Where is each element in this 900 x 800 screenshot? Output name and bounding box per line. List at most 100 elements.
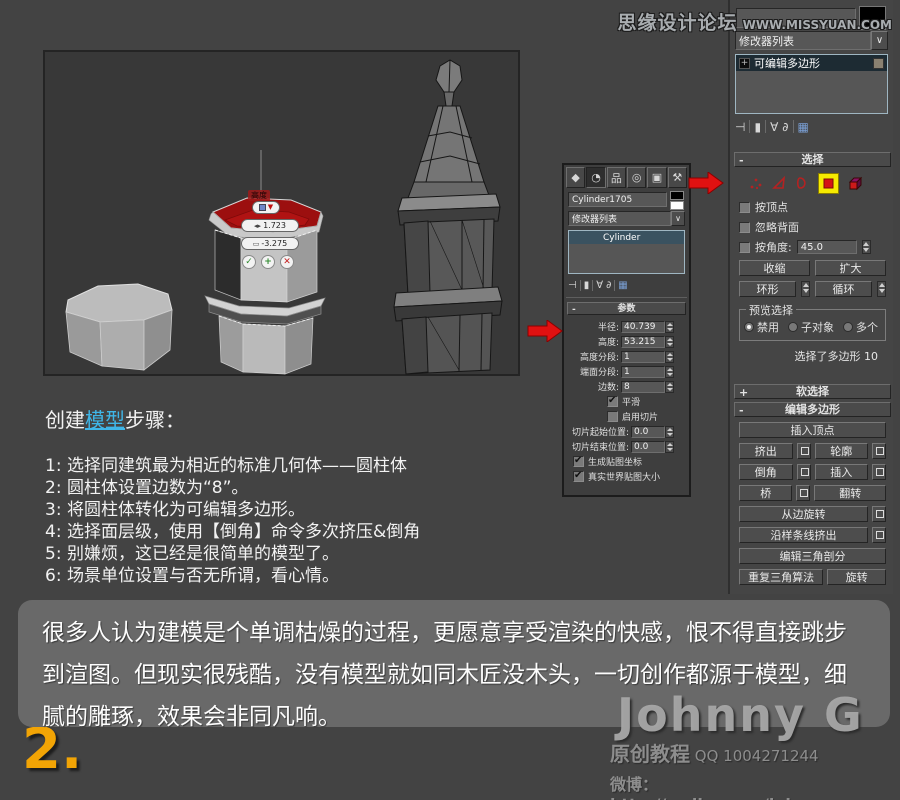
make-unique-icon-right[interactable]: ∀ bbox=[770, 120, 778, 134]
real-world-checkbox[interactable] bbox=[573, 471, 584, 482]
bridge-button[interactable]: 桥 bbox=[739, 485, 792, 501]
make-unique-icon[interactable]: ∀ bbox=[596, 280, 603, 291]
sides-spinner[interactable] bbox=[665, 381, 674, 393]
remove-modifier-icon-right[interactable]: ∂ bbox=[782, 120, 788, 134]
command-panel-tabs: ◆ ◔ 品 ◎ ▣ ⚒ bbox=[566, 167, 687, 188]
stack-onoff-icon[interactable] bbox=[873, 58, 884, 69]
cap-segs-spinner[interactable] bbox=[665, 366, 674, 378]
preview-subobject-radio[interactable] bbox=[788, 322, 798, 332]
polygon-icon-active[interactable] bbox=[818, 173, 839, 194]
caddy-buttons: ✓ + ✕ bbox=[242, 255, 302, 269]
edit-poly-rollout-header[interactable]: - 编辑多边形 bbox=[734, 402, 891, 417]
configure-modifier-sets-icon[interactable]: ▦ bbox=[618, 280, 627, 291]
height-segs-field[interactable]: 1 bbox=[621, 351, 665, 363]
preview-subobject-option[interactable]: 子对象 bbox=[788, 319, 834, 335]
extrude-along-spline-button[interactable]: 沿样条线挤出 bbox=[739, 527, 868, 543]
caddy-cancel-button[interactable]: ✕ bbox=[280, 255, 294, 269]
utilities-tab-icon[interactable]: ⚒ bbox=[668, 167, 687, 188]
extrude-button[interactable]: 挤出 bbox=[739, 443, 793, 459]
element-icon[interactable] bbox=[848, 176, 864, 191]
inset-settings-button[interactable] bbox=[872, 464, 886, 480]
angle-field[interactable]: 45.0 bbox=[797, 240, 857, 254]
hierarchy-tab-icon[interactable]: 品 bbox=[607, 167, 626, 188]
radius-spinner[interactable] bbox=[665, 321, 674, 333]
spline-extrude-settings-button[interactable] bbox=[872, 527, 886, 543]
height-spinner[interactable] bbox=[665, 336, 674, 348]
modify-tab-icon[interactable]: ◔ bbox=[586, 167, 605, 188]
pin-stack-icon-right[interactable]: ⊣ bbox=[735, 120, 745, 134]
grow-button[interactable]: 扩大 bbox=[815, 260, 886, 276]
caddy-apply-button[interactable]: ✓ bbox=[242, 255, 256, 269]
show-end-result-icon[interactable]: ▮ bbox=[584, 280, 590, 291]
object-color-swatch-white[interactable] bbox=[670, 201, 684, 210]
extrude-settings-button[interactable] bbox=[797, 443, 811, 459]
enable-slice-checkbox[interactable] bbox=[607, 411, 618, 422]
height-segs-spinner[interactable] bbox=[665, 351, 674, 363]
edge-icon[interactable] bbox=[772, 176, 786, 190]
create-tab-icon[interactable]: ◆ bbox=[566, 167, 585, 188]
ring-spinner[interactable] bbox=[801, 281, 810, 297]
expand-stack-icon[interactable]: + bbox=[739, 58, 750, 69]
parameters-rollout-header[interactable]: - 参数 bbox=[567, 302, 686, 315]
edit-triangulation-button[interactable]: 编辑三角剖分 bbox=[739, 548, 886, 564]
modifier-list-dropdown[interactable]: 修改器列表 ∨ bbox=[568, 211, 685, 226]
retriangulate-button[interactable]: 重复三角算法 bbox=[739, 569, 823, 585]
remove-modifier-icon[interactable]: ∂ bbox=[606, 280, 611, 291]
3d-viewport[interactable]: 高度 ▼ ◂▸ 1.723 ▭ -3.275 ✓ + ✕ bbox=[43, 50, 520, 376]
soft-selection-rollout-header[interactable]: + 软选择 bbox=[734, 384, 891, 399]
preview-multi-option[interactable]: 多个 bbox=[843, 319, 878, 335]
show-end-result-icon-right[interactable]: ▮ bbox=[754, 120, 761, 134]
configure-modifier-sets-icon-right[interactable]: ▦ bbox=[798, 120, 809, 134]
slice-to-spinner[interactable] bbox=[665, 441, 674, 453]
bevel-button[interactable]: 倒角 bbox=[739, 464, 793, 480]
hinge-from-edge-button[interactable]: 从边旋转 bbox=[739, 506, 868, 522]
modifier-stack-list-right[interactable]: + 可编辑多边形 bbox=[735, 54, 888, 114]
outline-settings-button[interactable] bbox=[872, 443, 886, 459]
display-tab-icon[interactable]: ▣ bbox=[647, 167, 666, 188]
dropdown-arrow-icon[interactable]: ∨ bbox=[671, 211, 685, 226]
collapse-icon: - bbox=[739, 404, 744, 418]
ring-button[interactable]: 环形 bbox=[739, 281, 796, 297]
loop-spinner[interactable] bbox=[877, 281, 886, 297]
height-field[interactable]: 53.215 bbox=[621, 336, 665, 348]
flip-button[interactable]: 翻转 bbox=[814, 485, 886, 501]
stack-item-editable-poly[interactable]: + 可编辑多边形 bbox=[736, 55, 887, 71]
stack-item-cylinder[interactable]: Cylinder bbox=[569, 231, 684, 244]
sides-field[interactable]: 8 bbox=[621, 381, 665, 393]
preview-disabled-radio[interactable] bbox=[744, 322, 754, 332]
vertex-icon[interactable] bbox=[749, 176, 763, 190]
by-angle-checkbox[interactable] bbox=[739, 242, 750, 253]
by-vertex-checkbox[interactable] bbox=[739, 202, 750, 213]
slice-to-field[interactable]: 0.0 bbox=[631, 441, 665, 453]
bridge-settings-button[interactable] bbox=[796, 485, 810, 501]
insert-vertex-button[interactable]: 插入顶点 bbox=[739, 422, 886, 438]
ignore-backfacing-checkbox[interactable] bbox=[739, 222, 750, 233]
shrink-button[interactable]: 收缩 bbox=[739, 260, 810, 276]
radius-field[interactable]: 40.739 bbox=[621, 321, 665, 333]
hinge-settings-button[interactable] bbox=[872, 506, 886, 522]
turn-button[interactable]: 旋转 bbox=[827, 569, 886, 585]
gen-mapping-checkbox[interactable] bbox=[573, 456, 584, 467]
selection-rollout-header[interactable]: - 选择 bbox=[734, 152, 891, 167]
inset-button[interactable]: 插入 bbox=[815, 464, 869, 480]
object-color-swatch-black[interactable] bbox=[670, 191, 684, 200]
preview-disabled-option[interactable]: 禁用 bbox=[744, 319, 779, 335]
preview-multi-radio[interactable] bbox=[843, 322, 853, 332]
outline-button[interactable]: 轮廓 bbox=[815, 443, 869, 459]
smooth-checkbox[interactable] bbox=[607, 396, 618, 407]
cap-segs-field[interactable]: 1 bbox=[621, 366, 665, 378]
slice-from-spinner[interactable] bbox=[665, 426, 674, 438]
loop-button[interactable]: 循环 bbox=[815, 281, 872, 297]
caddy-apply-continue-button[interactable]: + bbox=[261, 255, 275, 269]
angle-spinner[interactable] bbox=[862, 240, 871, 254]
border-icon[interactable] bbox=[795, 176, 809, 190]
slice-from-field[interactable]: 0.0 bbox=[631, 426, 665, 438]
bevel-settings-button[interactable] bbox=[797, 464, 811, 480]
pin-stack-icon[interactable]: ⊣ bbox=[568, 280, 577, 291]
caddy-outline-spinner[interactable]: ▭ -3.275 bbox=[241, 237, 299, 250]
object-name-field[interactable]: Cylinder1705 bbox=[568, 192, 667, 207]
motion-tab-icon[interactable]: ◎ bbox=[627, 167, 646, 188]
caddy-mode-pill[interactable]: ▼ bbox=[252, 201, 280, 214]
caddy-height-spinner[interactable]: ◂▸ 1.723 bbox=[241, 219, 299, 232]
modifier-stack-list[interactable]: Cylinder bbox=[568, 230, 685, 274]
